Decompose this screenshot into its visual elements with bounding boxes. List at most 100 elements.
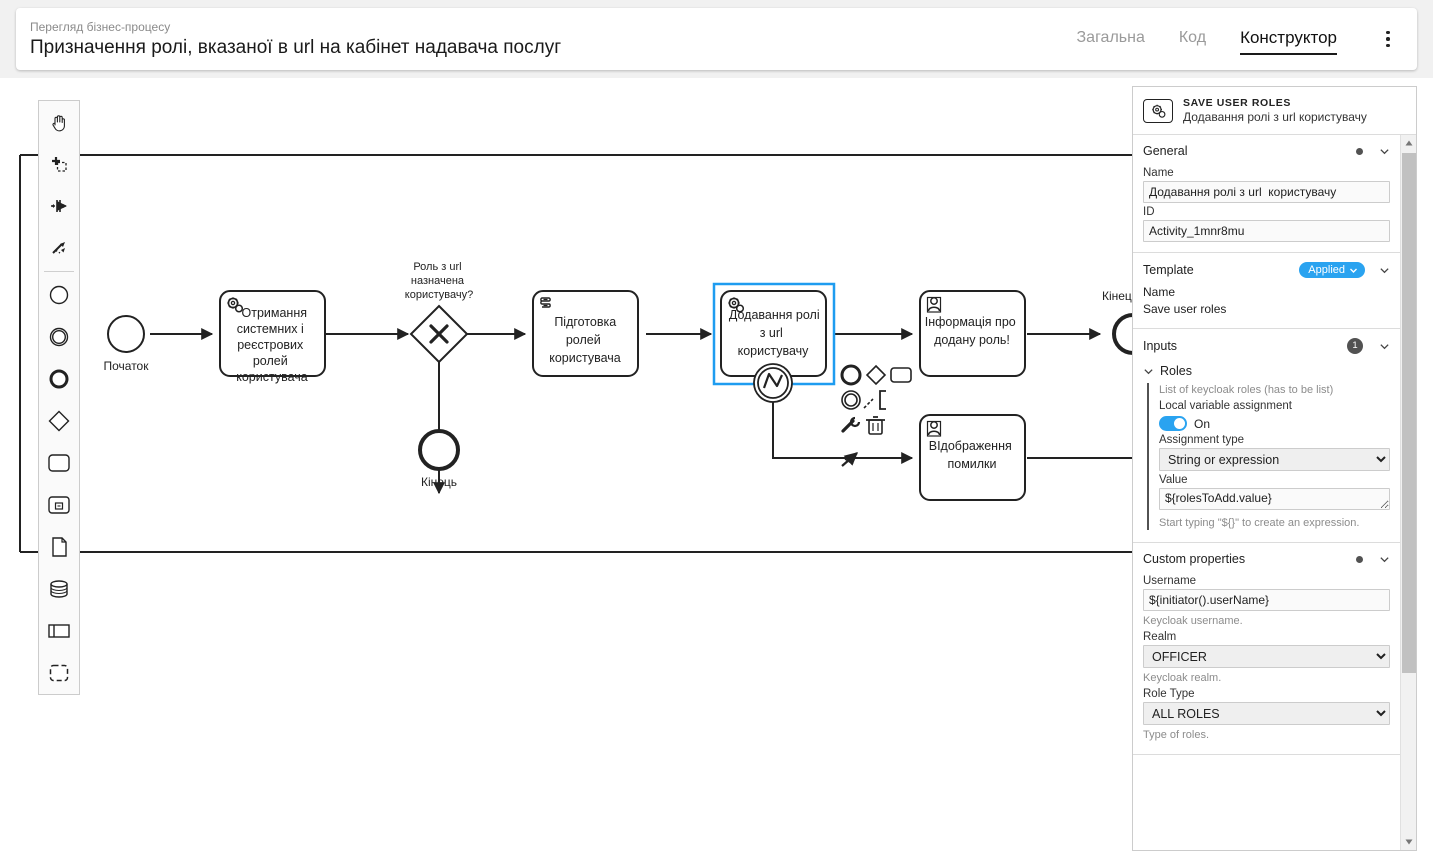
realm-label: Realm — [1143, 631, 1177, 643]
field-name: Name — [1133, 167, 1400, 203]
username-input[interactable] — [1143, 589, 1390, 611]
value-textarea[interactable]: ${rolesToAdd.value} — [1159, 488, 1390, 510]
scrollbar-thumb[interactable] — [1402, 153, 1416, 673]
service-task-get-roles[interactable]: Отримання системних і реєстрових ролей к… — [219, 290, 326, 384]
breadcrumb: Перегляд бізнес-процесу — [30, 19, 171, 34]
append-text-annotation-icon[interactable] — [863, 390, 886, 410]
start-event-icon[interactable] — [39, 274, 79, 316]
space-tool-icon[interactable] — [39, 185, 79, 227]
hand-icon[interactable] — [39, 101, 79, 143]
bpmn-palette[interactable] — [38, 100, 80, 695]
scroll-up-arrow-icon[interactable] — [1401, 135, 1416, 151]
header-title-block: Перегляд бізнес-процесу Призначення ролі… — [16, 20, 1077, 59]
script-task-prepare[interactable]: Підготовка ролей користувача — [532, 290, 639, 377]
element-type-label: SAVE USER ROLES — [1183, 97, 1291, 109]
wrench-icon[interactable] — [841, 416, 861, 433]
svg-text:Отримання системних і: Отримання системних і реєстрових ролей к… — [236, 306, 310, 384]
field-id: ID — [1133, 206, 1400, 242]
start-event[interactable]: Початок — [104, 315, 150, 373]
connect-icon[interactable] — [841, 452, 858, 467]
data-store-icon[interactable] — [39, 568, 79, 610]
header-tabs: Загальна Код Конструктор — [1077, 8, 1418, 70]
data-object-icon[interactable] — [39, 526, 79, 568]
intermediate-event-icon[interactable] — [39, 316, 79, 358]
gateway-icon[interactable] — [39, 400, 79, 442]
id-input[interactable] — [1143, 220, 1390, 242]
local-var-toggle-row: On — [1159, 416, 1390, 431]
value-hint: Start typing "${}" to create an expressi… — [1159, 517, 1360, 529]
chevron-down-icon[interactable] — [1379, 146, 1390, 157]
pool-participant[interactable] — [19, 154, 1290, 553]
inputs-roles-toggle[interactable]: Roles — [1133, 360, 1400, 380]
template-name-label: Name — [1143, 285, 1176, 299]
task-icon[interactable] — [39, 442, 79, 484]
scroll-down-arrow-icon[interactable] — [1401, 834, 1416, 850]
properties-panel: SAVE USER ROLES Додавання ролі з url кор… — [1132, 86, 1417, 851]
properties-scroll-content: General Name ID Template — [1133, 135, 1400, 850]
exclusive-gateway[interactable]: Роль з url назначена користувачу? — [405, 261, 473, 364]
end-event-bottom-label: Кінець — [421, 475, 457, 489]
append-gateway-icon[interactable] — [865, 364, 887, 386]
error-boundary-event[interactable] — [753, 363, 793, 403]
participant-icon[interactable] — [39, 610, 79, 652]
assignment-type-select[interactable]: String or expression — [1159, 448, 1390, 471]
tab-kod[interactable]: Код — [1179, 29, 1206, 50]
service-task-gear-icon — [1143, 99, 1173, 123]
properties-scrollbar[interactable] — [1400, 135, 1416, 850]
page-title: Призначення ролі, вказаної в url на кабі… — [30, 36, 562, 58]
inputs-roles-label: Roles — [1160, 364, 1192, 378]
chevron-down-icon[interactable] — [1379, 554, 1390, 565]
id-label: ID — [1143, 206, 1155, 218]
context-pad[interactable] — [840, 364, 912, 467]
template-applied-label: Applied — [1308, 264, 1345, 276]
realm-hint: Keycloak realm. — [1143, 672, 1222, 684]
local-variable-switch[interactable] — [1159, 416, 1187, 431]
service-task-add-role[interactable]: Додавання ролі з url користувачу — [712, 282, 836, 403]
group-inputs-header[interactable]: Inputs 1 — [1133, 329, 1400, 360]
field-realm: Realm OFFICER Keycloak realm. — [1133, 631, 1400, 685]
connect-icon[interactable] — [39, 227, 79, 269]
end-event-bottom[interactable]: Кінець — [418, 429, 460, 489]
realm-select[interactable]: OFFICER — [1143, 645, 1390, 668]
group-general-header[interactable]: General — [1133, 135, 1400, 164]
palette-separator — [44, 271, 74, 272]
subprocess-icon[interactable] — [39, 484, 79, 526]
chevron-down-icon — [1350, 268, 1357, 273]
group-template: Template Applied Name Save user roles — [1133, 253, 1400, 329]
user-task-error[interactable]: ВІдображення помилки — [919, 414, 1026, 501]
chevron-down-icon[interactable] — [1379, 341, 1390, 352]
append-end-event-icon[interactable] — [840, 364, 862, 386]
group-template-header[interactable]: Template Applied — [1133, 253, 1400, 284]
kebab-menu-icon[interactable] — [1377, 25, 1399, 53]
append-task-icon[interactable] — [890, 367, 912, 383]
user-task-info[interactable]: Інформація про додану роль! — [919, 290, 1026, 377]
group-template-title: Template — [1143, 263, 1194, 277]
name-input[interactable] — [1143, 181, 1390, 203]
template-applied-badge[interactable]: Applied — [1299, 262, 1365, 278]
lasso-icon[interactable] — [39, 143, 79, 185]
tab-konstruktor[interactable]: Конструктор — [1240, 28, 1337, 55]
group-marker-dot — [1356, 147, 1363, 155]
username-hint: Keycloak username. — [1143, 615, 1243, 627]
role-type-select[interactable]: ALL ROLES — [1143, 702, 1390, 725]
group-custom-properties-header[interactable]: Custom properties — [1133, 543, 1400, 572]
assignment-type-label: Assignment type — [1159, 434, 1245, 446]
group-custom-properties: Custom properties Username Keycloak user… — [1133, 543, 1400, 755]
field-role-type: Role Type ALL ROLES Type of roles. — [1133, 688, 1400, 742]
roles-description: List of keycloak roles (has to be list) — [1159, 384, 1334, 396]
chevron-down-icon — [1144, 368, 1153, 374]
properties-panel-header: SAVE USER ROLES Додавання ролі з url кор… — [1133, 87, 1416, 135]
group-custom-properties-title: Custom properties — [1143, 552, 1246, 566]
end-event-icon[interactable] — [39, 358, 79, 400]
start-event-label: Початок — [104, 359, 150, 373]
append-intermediate-event-icon[interactable] — [841, 390, 861, 410]
group-icon[interactable] — [39, 652, 79, 694]
chevron-down-icon[interactable] — [1379, 265, 1390, 276]
username-label: Username — [1143, 575, 1197, 587]
role-type-hint: Type of roles. — [1143, 729, 1210, 741]
field-username: Username Keycloak username. — [1133, 575, 1400, 628]
inputs-count-badge: 1 — [1347, 338, 1363, 354]
group-inputs: Inputs 1 Roles List of keycloak roles (h… — [1133, 329, 1400, 543]
tab-zagalna[interactable]: Загальна — [1077, 29, 1145, 50]
trash-icon[interactable] — [866, 416, 885, 435]
